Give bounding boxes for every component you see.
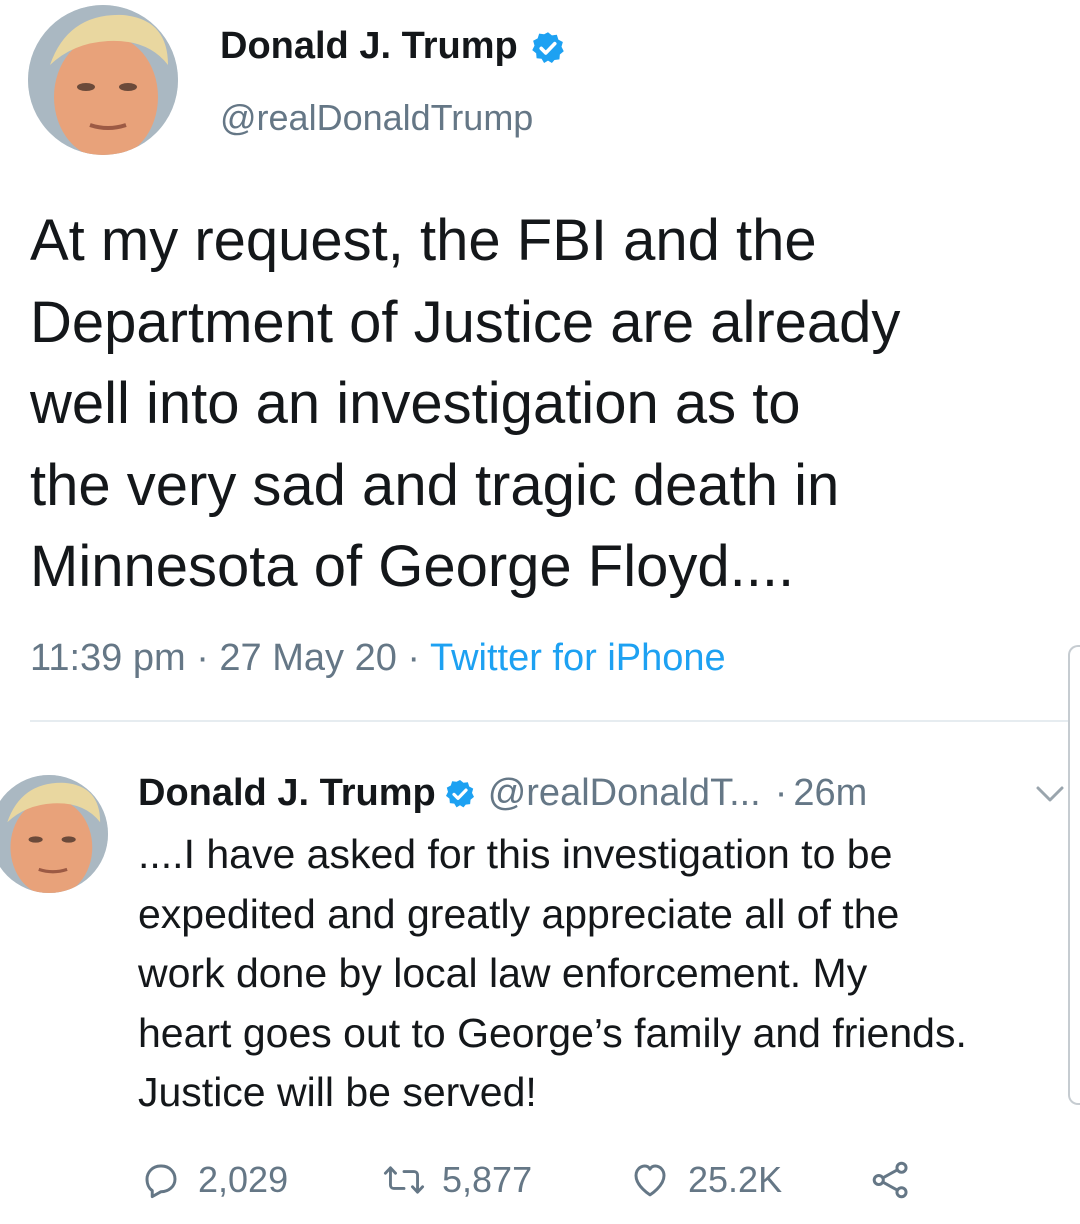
reply-button[interactable]: 2,029	[140, 1155, 288, 1205]
reply-text: ....I have asked for this investigation …	[138, 825, 1078, 1123]
tweet-text-line: well into an investigation as to	[30, 371, 801, 436]
like-button[interactable]: 25.2K	[628, 1155, 782, 1205]
author-avatar[interactable]	[28, 5, 178, 155]
like-count: 25.2K	[688, 1159, 783, 1200]
tweet-text: At my request, the FBI and the Departmen…	[30, 200, 1060, 608]
meta-separator: ·	[774, 771, 788, 814]
profile-photo-icon	[0, 775, 108, 893]
verified-badge-icon	[530, 28, 566, 64]
reply-text-line: ....I have asked for this investigation …	[138, 831, 893, 877]
tweet-time[interactable]: 11:39 pm	[30, 637, 186, 679]
reply-author-handle[interactable]: @realDonaldT...	[488, 772, 761, 815]
meta-separator: ·	[196, 637, 220, 679]
retweet-count: 5,877	[442, 1159, 533, 1200]
chevron-down-icon[interactable]	[1030, 780, 1070, 810]
reply-text-line: Justice will be served!	[138, 1069, 537, 1115]
reply-text-line: heart goes out to George’s family and fr…	[138, 1009, 967, 1056]
share-icon	[872, 1161, 908, 1199]
reply-time[interactable]: 26m	[793, 772, 867, 815]
tweet-date[interactable]: 27 May 20	[219, 637, 396, 679]
reply-text-line: work done by local law enforcement. My	[138, 950, 868, 996]
heart-icon	[634, 1164, 666, 1197]
tweet-meta: 11:39 pm · 27 May 20 · Twitter for iPhon…	[30, 630, 726, 686]
author-handle[interactable]: @realDonaldTrump	[220, 93, 533, 143]
meta-separator: ·	[407, 637, 430, 679]
profile-photo-icon	[28, 5, 178, 155]
comment-icon	[145, 1164, 177, 1199]
reply-avatar[interactable]	[0, 775, 108, 893]
author-name-text: Donald J. Trump	[220, 25, 518, 67]
retweet-button[interactable]: 5,877	[382, 1155, 532, 1205]
reply-header: Donald J. Trump @realDonaldT... · 26m	[138, 768, 867, 818]
reply-author-name[interactable]: Donald J. Trump	[138, 772, 436, 815]
tweet-source-link[interactable]: Twitter for iPhone	[430, 637, 726, 679]
reply-text-line: expedited and greatly appreciate all of …	[138, 890, 900, 937]
main-tweet: Donald J. Trump @realDonaldTrump At my r…	[0, 0, 1080, 720]
reply-count: 2,029	[198, 1159, 289, 1200]
share-button[interactable]	[868, 1155, 930, 1205]
tweet-text-line: Department of Justice are already	[30, 289, 901, 355]
verified-badge-icon	[444, 777, 476, 809]
tweet-text-line: the very sad and tragic death in	[30, 452, 840, 518]
retweet-icon	[383, 1166, 425, 1194]
reply-tweet[interactable]: Donald J. Trump @realDonaldT... · 26m ..…	[0, 730, 1080, 1224]
author-name[interactable]: Donald J. Trump	[220, 20, 566, 72]
divider	[30, 720, 1070, 722]
tweet-text-line: At my request, the FBI and the	[30, 208, 817, 273]
tweet-text-line: Minnesota of George Floyd....	[30, 534, 795, 599]
action-bar: 2,029 5,877 25.2K	[140, 1155, 1040, 1205]
